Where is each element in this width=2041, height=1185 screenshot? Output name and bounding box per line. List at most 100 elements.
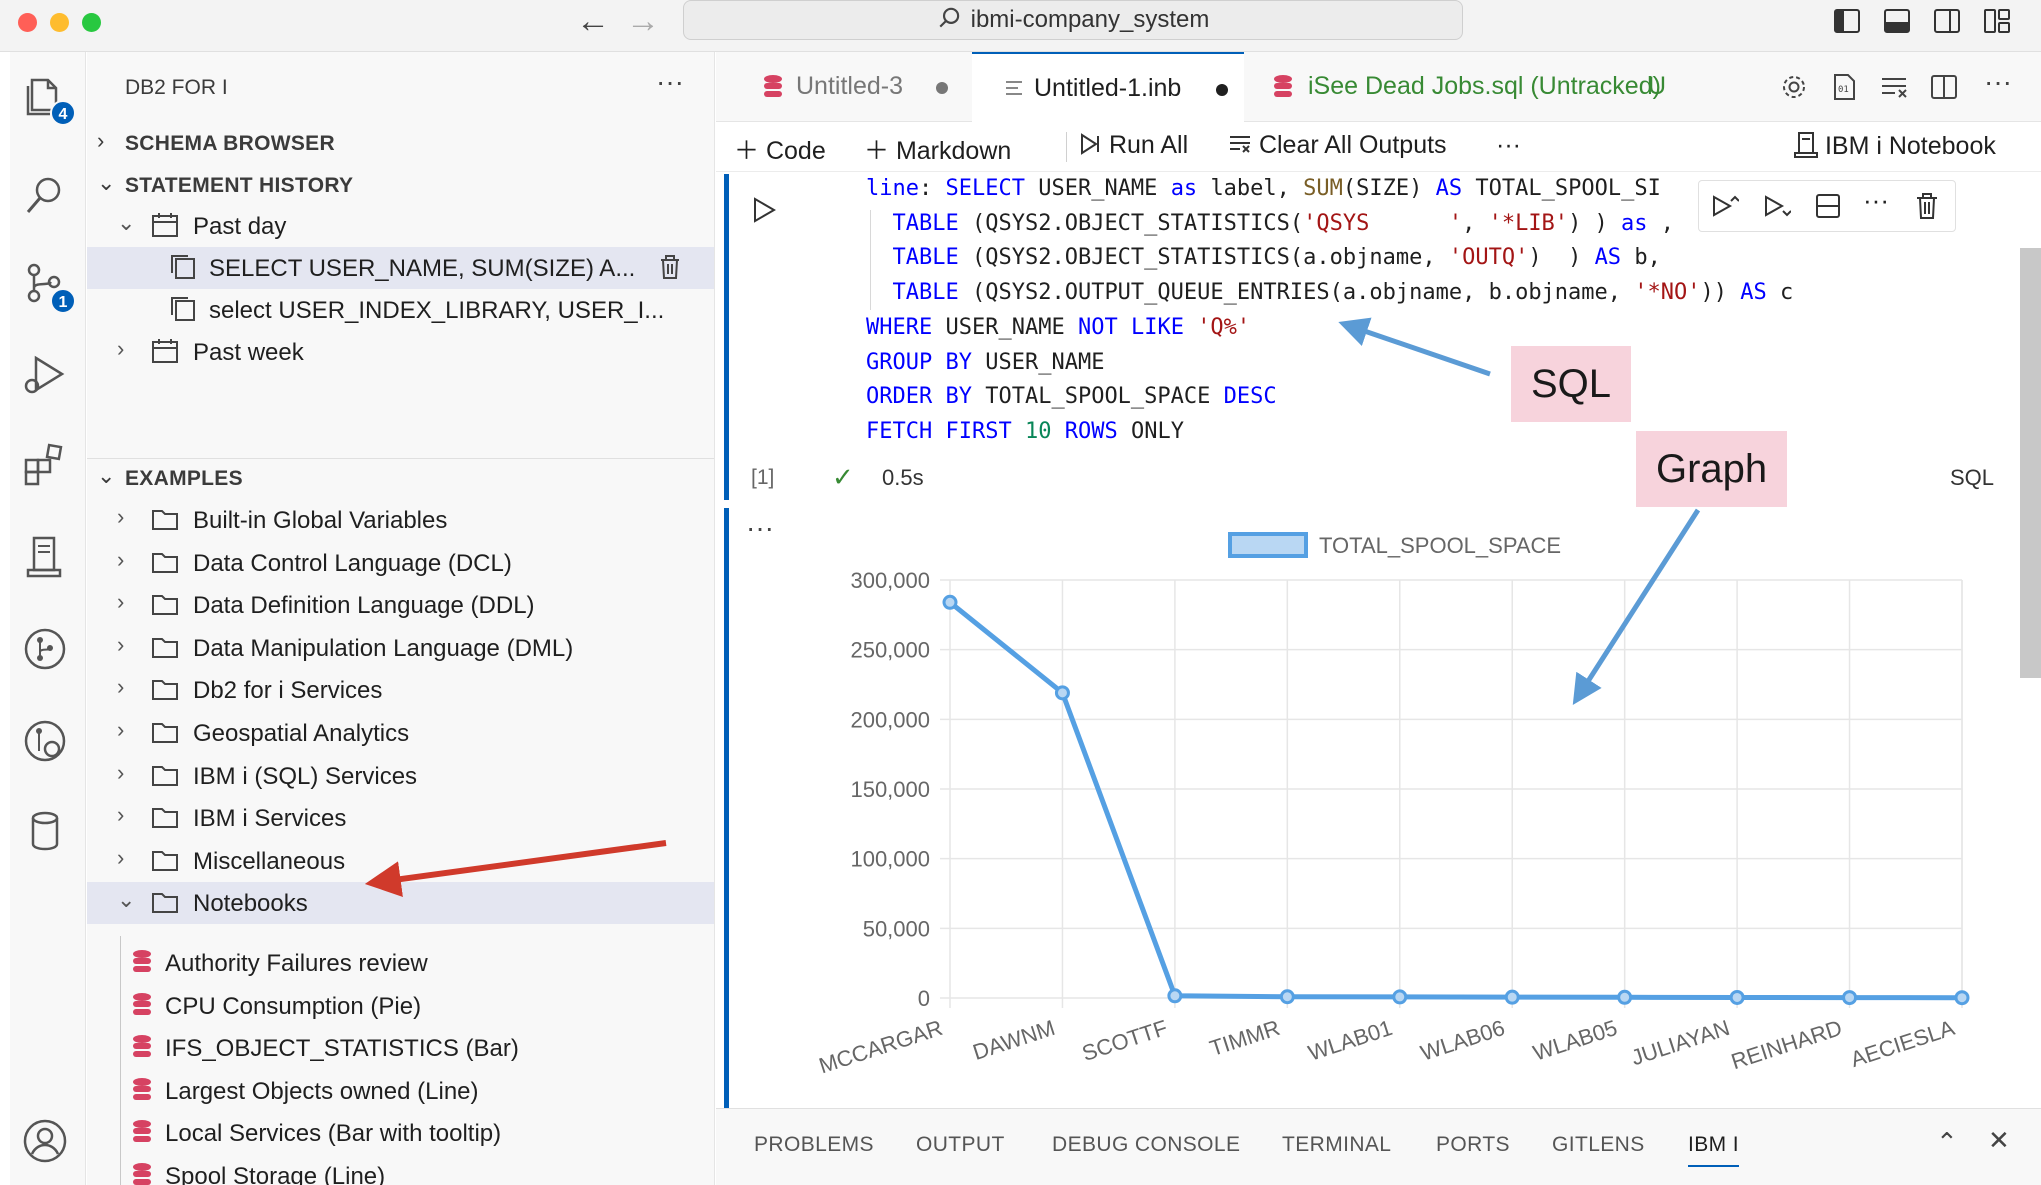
unsaved-dot-icon xyxy=(936,82,948,94)
split-editor-icon[interactable] xyxy=(1929,72,1959,102)
notebook-example-item[interactable]: Authority Failures review xyxy=(87,942,714,984)
back-arrow-icon[interactable]: ← xyxy=(576,2,610,41)
execute-below-icon[interactable] xyxy=(1761,191,1792,226)
more-actions-icon[interactable]: ··· xyxy=(1984,66,2012,98)
close-window-button[interactable] xyxy=(18,13,37,32)
notebook-example-label: IFS_OBJECT_STATISTICS (Bar) xyxy=(165,1035,519,1063)
binary-file-icon[interactable]: 01 xyxy=(1829,72,1859,102)
example-folder[interactable]: › Data Control Language (DCL) xyxy=(87,542,714,584)
plus-icon: ＋ xyxy=(864,137,896,165)
execute-above-icon[interactable] xyxy=(1709,191,1740,226)
search-icon[interactable] xyxy=(22,172,74,224)
panel-tab-output[interactable]: OUTPUT xyxy=(916,1133,1005,1157)
statement-history-header[interactable]: ⌄ STATEMENT HISTORY xyxy=(87,166,714,206)
toggle-panel-icon[interactable] xyxy=(1882,6,1912,36)
source-control-icon[interactable]: 1 xyxy=(22,260,76,314)
data-point xyxy=(1167,988,1183,1004)
settings-gear-icon[interactable] xyxy=(1779,72,1809,102)
notebook-example-item[interactable]: CPU Consumption (Pie) xyxy=(87,985,714,1027)
clear-outputs-icon[interactable] xyxy=(1879,72,1909,102)
git-history-icon[interactable] xyxy=(22,718,74,770)
example-folder[interactable]: › Data Definition Language (DDL) xyxy=(87,584,714,626)
trash-icon[interactable] xyxy=(657,253,683,281)
toolbar-more-button[interactable]: ··· xyxy=(1496,131,1521,160)
chevron-up-icon[interactable]: ⌃ xyxy=(1936,1127,1958,1158)
run-all-icon xyxy=(1081,133,1099,155)
panel-tab-terminal[interactable]: TERMINAL xyxy=(1282,1133,1391,1157)
database-icon[interactable] xyxy=(22,808,74,860)
notebook-example-item[interactable]: Local Services (Bar with tooltip) xyxy=(87,1112,714,1154)
schema-browser-header[interactable]: › SCHEMA BROWSER xyxy=(87,124,714,164)
git-graph-icon[interactable] xyxy=(22,626,74,678)
example-folder-label: Db2 for i Services xyxy=(193,677,383,705)
toggle-secondary-sidebar-icon[interactable] xyxy=(1932,6,1962,36)
tab-isee-dead-jobs[interactable]: iSee Dead Jobs.sql (Untracked) U xyxy=(1244,52,1704,122)
code-line: line: SELECT USER_NAME as label, SUM(SIZ… xyxy=(866,176,1661,201)
panel-tab-ibm-i[interactable]: IBM I xyxy=(1688,1133,1740,1167)
folder-icon xyxy=(152,510,178,530)
panel-tab-ports[interactable]: PORTS xyxy=(1436,1133,1510,1157)
command-center-search[interactable]: ibmi-company_system xyxy=(683,0,1463,40)
toggle-primary-sidebar-icon[interactable] xyxy=(1832,6,1862,36)
title-bar: ← → ibmi-company_system xyxy=(0,0,2041,52)
tab-label: Untitled-3 xyxy=(796,72,903,100)
tab-untitled-1-inb[interactable]: Untitled-1.inb xyxy=(972,52,1244,122)
maximize-window-button[interactable] xyxy=(82,13,101,32)
extensions-icon[interactable] xyxy=(22,442,74,494)
folder-icon xyxy=(152,552,178,573)
calendar-icon xyxy=(152,213,178,237)
notebook-example-label: Authority Failures review xyxy=(165,950,428,977)
examples-header[interactable]: ⌄ EXAMPLES xyxy=(87,458,714,498)
panel-tab-problems[interactable]: PROBLEMS xyxy=(754,1133,874,1157)
history-item[interactable]: SELECT USER_NAME, SUM(SIZE) A... xyxy=(87,247,714,289)
split-cell-icon[interactable] xyxy=(1813,191,1843,226)
panel-tab-gitlens[interactable]: GITLENS xyxy=(1552,1133,1645,1157)
run-cell-button[interactable] xyxy=(750,195,778,230)
clear-all-outputs-button[interactable]: Clear All Outputs xyxy=(1228,131,1447,160)
notebook-example-item[interactable]: Spool Storage (Line) xyxy=(87,1155,714,1185)
example-folder-label: Data Manipulation Language (DML) xyxy=(193,634,574,662)
kernel-picker-button[interactable]: IBM i Notebook xyxy=(1794,131,1996,161)
example-folder-label: IBM i Services xyxy=(193,805,347,833)
close-panel-icon[interactable]: ✕ xyxy=(1988,1125,2010,1156)
notebook-example-item[interactable]: Largest Objects owned (Line) xyxy=(87,1070,714,1112)
past-day-label: Past day xyxy=(193,213,287,240)
example-folder[interactable]: ⌄ Notebooks xyxy=(87,882,714,925)
history-item[interactable]: select USER_INDEX_LIBRARY, USER_I... xyxy=(87,289,714,331)
add-markdown-cell-button[interactable]: ＋ Markdown xyxy=(864,131,1011,167)
history-group-past-day[interactable]: ⌄ Past day xyxy=(87,205,714,247)
y-tick-label: 200,000 xyxy=(850,707,930,732)
tab-untitled-3[interactable]: Untitled-3 xyxy=(716,52,972,122)
run-all-button[interactable]: Run All xyxy=(1078,131,1188,160)
examples-label: EXAMPLES xyxy=(125,467,243,490)
run-debug-icon[interactable] xyxy=(22,352,74,404)
cell-language-picker[interactable]: SQL xyxy=(1950,465,1994,491)
example-folder[interactable]: › IBM i (SQL) Services xyxy=(87,755,714,797)
sidebar-more-icon[interactable]: ··· xyxy=(656,66,684,98)
history-group-past-week[interactable]: › Past week xyxy=(87,331,714,373)
editor-scrollbar[interactable] xyxy=(2020,248,2041,678)
panel-tab-debug-console[interactable]: DEBUG CONSOLE xyxy=(1052,1133,1240,1157)
example-folder[interactable]: › Db2 for i Services xyxy=(87,669,714,711)
notebook-example-item[interactable]: IFS_OBJECT_STATISTICS (Bar) xyxy=(87,1027,714,1069)
example-folder[interactable]: › IBM i Services xyxy=(87,797,714,839)
example-folder-label: Data Control Language (DCL) xyxy=(193,549,512,577)
forward-arrow-icon[interactable]: → xyxy=(626,2,660,41)
example-folder[interactable]: › Geospatial Analytics xyxy=(87,712,714,754)
x-tick-label: AECIESLA xyxy=(1847,1015,1957,1072)
code-editor[interactable]: line: SELECT USER_NAME as label, SUM(SIZ… xyxy=(866,172,1793,450)
folder-icon xyxy=(152,808,178,829)
git-status-badge: U xyxy=(1648,72,1667,100)
ibmi-icon[interactable] xyxy=(22,534,74,586)
delete-cell-icon[interactable] xyxy=(1913,191,1941,226)
example-folder[interactable]: › Miscellaneous xyxy=(87,840,714,882)
minimize-window-button[interactable] xyxy=(50,13,69,32)
run-all-label: Run All xyxy=(1108,131,1189,159)
example-folder[interactable]: › Built-in Global Variables xyxy=(87,499,714,541)
add-code-cell-button[interactable]: ＋ Code xyxy=(734,131,826,167)
cell-more-icon[interactable]: ··· xyxy=(1863,185,1889,216)
accounts-icon[interactable] xyxy=(22,1118,74,1170)
example-folder[interactable]: › Data Manipulation Language (DML) xyxy=(87,627,714,669)
customize-layout-icon[interactable] xyxy=(1982,6,2012,36)
explorer-icon[interactable]: 4 xyxy=(22,72,76,126)
